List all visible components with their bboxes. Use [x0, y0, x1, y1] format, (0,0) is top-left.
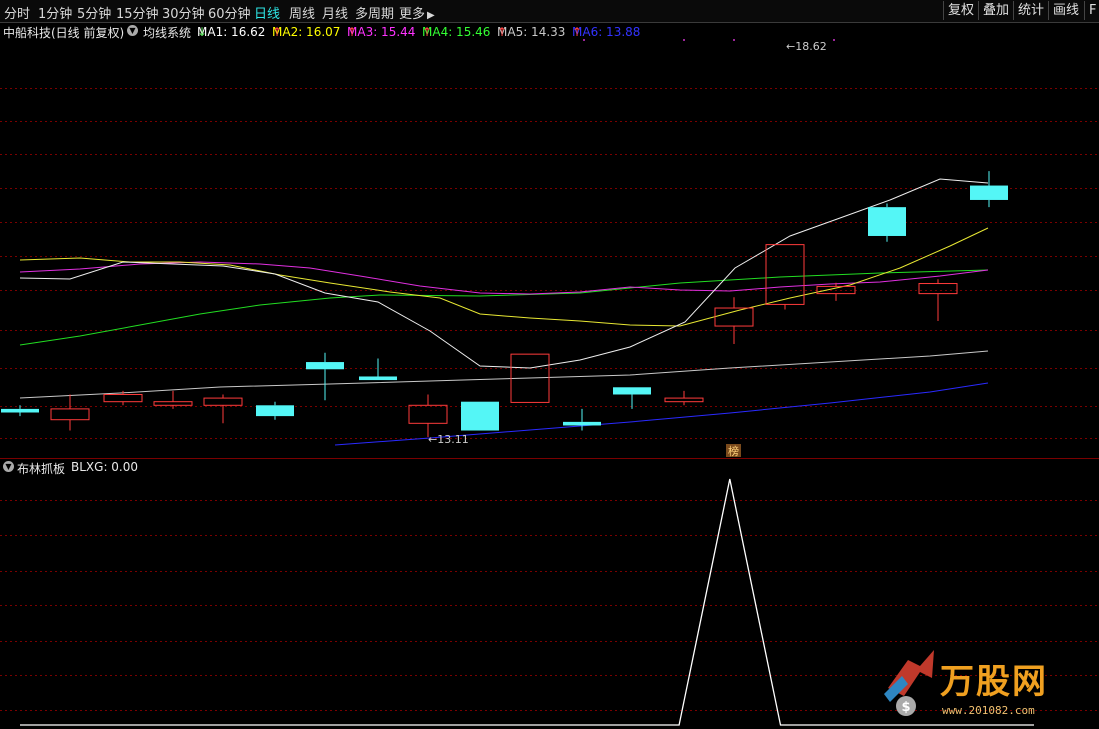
candle — [918, 279, 958, 321]
tab-more[interactable]: 更多 ▶ — [399, 3, 435, 22]
candle — [664, 390, 704, 406]
marker-dot — [583, 39, 585, 41]
overlay-button[interactable]: 叠加 — [978, 1, 1013, 20]
sub-info-bar: ▼ 布林抓板 BLXG: 0.00 — [0, 459, 1099, 477]
marker-dot — [733, 39, 735, 41]
candle — [203, 394, 243, 424]
tab-multi-period[interactable]: 多周期 — [355, 3, 394, 22]
indicator-name[interactable]: 均线系统 — [143, 24, 191, 41]
chevron-right-icon: ▶ — [427, 10, 435, 21]
logo-url: www.201082.com — [942, 704, 1035, 717]
candlesticks — [1, 171, 1008, 437]
candle — [256, 401, 294, 420]
candle-body — [153, 401, 193, 406]
kline-chart: ←18.62 ←13.11 榜 — [0, 39, 1099, 726]
tab-5min[interactable]: 5分钟 — [77, 3, 111, 22]
candle-body — [868, 207, 906, 236]
low-price-label: ←13.11 — [428, 433, 469, 446]
tab-more-label: 更多 — [399, 7, 426, 22]
candle — [306, 352, 344, 401]
candle — [613, 387, 651, 409]
tab-60min[interactable]: 60分钟 — [208, 3, 251, 22]
sub-indicator-name[interactable]: 布林抓板 — [17, 460, 65, 477]
svg-text:$: $ — [901, 700, 910, 715]
badge-label: 榜 — [728, 444, 739, 458]
candle — [1, 405, 39, 417]
candle — [50, 394, 90, 431]
candle-body — [563, 421, 601, 426]
candle-body — [714, 307, 754, 327]
high-price-label: ←18.62 — [786, 40, 827, 53]
candle-body — [103, 393, 143, 403]
candle-body — [510, 353, 550, 403]
stock-title: 中船科技(日线 前复权) — [3, 26, 125, 40]
tab-daily[interactable]: 日线 — [254, 3, 280, 22]
candle — [816, 282, 856, 301]
stats-button[interactable]: 统计 — [1013, 1, 1048, 20]
tab-15min[interactable]: 15分钟 — [116, 3, 159, 22]
candle — [461, 401, 499, 431]
candle-body — [408, 404, 448, 424]
candle-body — [359, 376, 397, 381]
tab-monthly[interactable]: 月线 — [322, 3, 348, 22]
ma4-line — [19, 269, 989, 346]
candle — [103, 390, 143, 406]
candle — [359, 358, 397, 381]
candle-body — [50, 408, 90, 421]
tab-weekly[interactable]: 周线 — [289, 3, 315, 22]
adjust-button[interactable]: 复权 — [943, 1, 978, 20]
f-button[interactable]: F — [1084, 1, 1099, 20]
candle — [408, 394, 448, 437]
main-grid — [0, 88, 1099, 439]
tab-timeshare[interactable]: 分时 — [4, 3, 30, 22]
marker-dot — [833, 39, 835, 41]
tab-30min[interactable]: 30分钟 — [162, 3, 205, 22]
candle-body — [1, 408, 39, 413]
candle — [970, 171, 1008, 208]
logo-text: 万股网 — [940, 662, 1048, 702]
candle-body — [203, 397, 243, 406]
candle-body — [970, 185, 1008, 200]
candle — [563, 408, 601, 431]
candle — [714, 297, 754, 345]
candle-body — [918, 283, 958, 295]
candle-body — [816, 285, 856, 295]
marker-dot — [683, 39, 685, 41]
watermark-logo: $ 万股网 www.201082.com — [880, 648, 1090, 724]
draw-button[interactable]: 画线 — [1048, 1, 1083, 20]
candle-body — [664, 397, 704, 403]
main-info-bar: 中船科技(日线 前复权) ▼ 均线系统 MA1: 16.62 ↓ MA2: 16.… — [3, 24, 641, 41]
tab-1min[interactable]: 1分钟 — [38, 3, 72, 22]
candle-body — [461, 401, 499, 431]
period-toolbar: 分时 1分钟 5分钟 15分钟 30分钟 60分钟 日线 周线 月线 多周期 更… — [0, 0, 1099, 23]
ma5-line — [19, 350, 989, 399]
candle — [765, 244, 805, 310]
badge-icon[interactable] — [726, 444, 741, 457]
candle-body — [256, 405, 294, 417]
ma1-line — [19, 178, 989, 369]
candle-body — [306, 362, 344, 370]
moving-average-lines — [19, 178, 989, 446]
candle — [868, 203, 906, 242]
candle — [153, 390, 193, 409]
ma6-line — [334, 382, 989, 446]
candle-body — [765, 244, 805, 305]
candle-body — [613, 387, 651, 395]
candle — [510, 353, 550, 403]
ma3-line — [19, 261, 989, 295]
ma2-line — [19, 227, 989, 327]
chevron-down-icon: ▼ — [3, 461, 14, 472]
blxg-value: BLXG: 0.00 — [71, 460, 139, 474]
chevron-down-icon: ▼ — [127, 25, 138, 36]
price-annotations: ←18.62 ←13.11 榜 — [428, 39, 835, 458]
